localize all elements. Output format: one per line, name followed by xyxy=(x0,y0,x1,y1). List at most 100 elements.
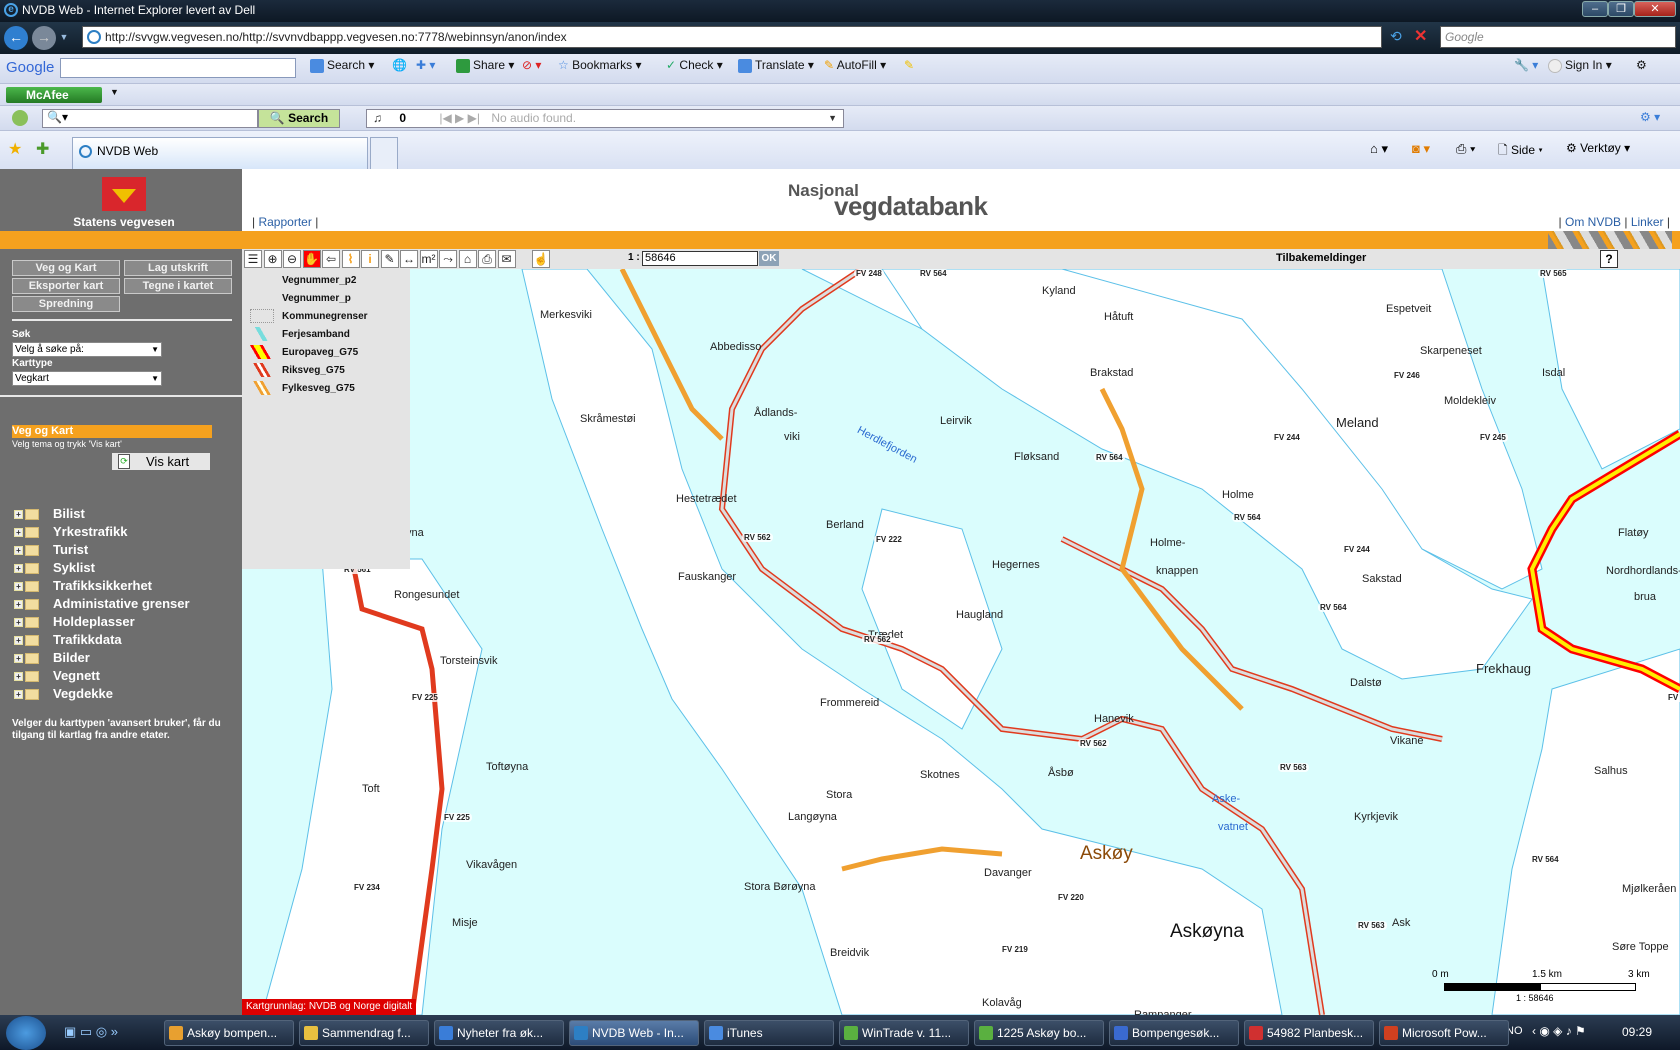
tree-item[interactable]: + Vegnett xyxy=(14,668,100,686)
browser-search-input[interactable]: Google xyxy=(1440,26,1676,48)
audio-player[interactable]: ♫ 0 |◀ ▶ ▶| No audio found. ▼ xyxy=(366,109,844,128)
tab-nvdb-web[interactable]: NVDB Web xyxy=(72,137,368,169)
playback-controls[interactable]: |◀ ▶ ▶| xyxy=(409,111,480,125)
page-menu[interactable]: 🗋 Side ▾ xyxy=(1498,141,1543,162)
veg-og-kart-button[interactable]: Veg og Kart xyxy=(12,260,120,276)
taskbar-item[interactable]: Askøy bompen... xyxy=(164,1020,294,1046)
add-favorite-icon[interactable]: ✚ xyxy=(36,139,49,159)
mcafee-button[interactable]: McAfee xyxy=(6,87,102,103)
history-dropdown[interactable]: ▼ xyxy=(58,26,70,50)
back-button[interactable]: ← xyxy=(4,26,28,50)
tree-item[interactable]: + Trafikkdata xyxy=(14,632,122,650)
translate-button[interactable]: Translate ▾ xyxy=(738,58,814,73)
expand-icon[interactable]: + xyxy=(14,672,23,682)
quick-launch-icons[interactable]: ▣ ▭ ◎ » xyxy=(64,1024,118,1040)
tree-item[interactable]: + Bilder xyxy=(14,650,90,668)
address-input[interactable]: http://svvgw.vegvesen.no/http://svvnvdba… xyxy=(82,26,1382,48)
rapporter-link[interactable]: Rapporter xyxy=(258,215,311,229)
taskbar-item[interactable]: Bompengesøk... xyxy=(1109,1020,1239,1046)
print-tool-icon[interactable]: ⎙ xyxy=(478,250,496,268)
google-search-input[interactable] xyxy=(60,58,296,78)
google-search-button[interactable]: Search ▾ xyxy=(310,58,374,73)
taskbar-item[interactable]: 1225 Askøy bo... xyxy=(974,1020,1104,1046)
norway-tool-icon[interactable]: ⌇ xyxy=(341,250,360,268)
zoom-out-tool-icon[interactable]: ⊖ xyxy=(283,250,301,268)
check-button[interactable]: ✓ Check ▾ xyxy=(666,58,723,72)
show-map-button[interactable]: ⟳ Vis kart xyxy=(112,453,210,470)
forward-button[interactable]: → xyxy=(32,26,56,50)
stop-icon[interactable]: ✕ xyxy=(1414,26,1427,46)
eksporter-kart-button[interactable]: Eksporter kart xyxy=(12,278,120,294)
tree-item[interactable]: + Turist xyxy=(14,542,88,560)
om-nvdb-link[interactable]: Om NVDB xyxy=(1565,215,1621,229)
taskbar-item[interactable]: Sammendrag f... xyxy=(299,1020,429,1046)
expand-icon[interactable]: + xyxy=(14,654,23,664)
audio-dropdown[interactable]: ▼ xyxy=(828,110,837,127)
autofill-button[interactable]: ✎ AutoFill ▾ xyxy=(824,58,886,72)
legend-tool-icon[interactable]: ☰ xyxy=(244,250,262,268)
measure-area-tool-icon[interactable]: m² xyxy=(419,250,438,268)
share-button[interactable]: Share ▾ xyxy=(456,58,514,73)
taskbar-item[interactable]: iTunes xyxy=(704,1020,834,1046)
scale-ok-button[interactable]: OK xyxy=(759,251,779,266)
zoom-in-tool-icon[interactable]: ⊕ xyxy=(263,250,282,268)
email-tool-icon[interactable]: ✉ xyxy=(497,250,516,268)
expand-icon[interactable]: + xyxy=(14,636,23,646)
maptype-select[interactable]: Vegkart xyxy=(12,371,162,386)
highlighter-icon[interactable]: ✎ xyxy=(904,58,914,72)
lag-utskrift-button[interactable]: Lag utskrift xyxy=(124,260,232,276)
measure-distance-tool-icon[interactable]: ↔ xyxy=(400,250,418,268)
scale-input[interactable]: 58646 xyxy=(642,251,758,266)
taskbar-item[interactable]: Microsoft Pow... xyxy=(1379,1020,1509,1046)
spredning-button[interactable]: Spredning xyxy=(12,296,120,312)
refresh-icon[interactable]: ⟲ xyxy=(1390,28,1402,45)
back-tool-icon[interactable]: ⇦ xyxy=(322,250,340,268)
expand-icon[interactable]: + xyxy=(14,618,23,628)
home-tool-icon[interactable]: ⌂ xyxy=(458,250,477,268)
tree-item[interactable]: + Syklist xyxy=(14,560,95,578)
taskbar-item[interactable]: WinTrade v. 11... xyxy=(839,1020,969,1046)
select-tool-icon[interactable]: ☝ xyxy=(532,250,550,268)
search-dropdown-icon[interactable]: 🔍▾ xyxy=(43,110,68,124)
restore-button[interactable]: ❐ xyxy=(1608,1,1634,17)
home-icon[interactable]: ⌂ ▾ xyxy=(1370,141,1388,157)
mcafee-dropdown[interactable]: ▼ xyxy=(110,87,119,97)
new-tab-button[interactable] xyxy=(370,137,398,169)
popup-blocker-icon[interactable]: ⊘ ▾ xyxy=(522,58,541,72)
globe-icon[interactable]: 🌐 xyxy=(392,58,407,72)
settings-gear-icon[interactable]: ⚙ ▾ xyxy=(1640,110,1660,124)
expand-icon[interactable]: + xyxy=(14,564,23,574)
minimize-button[interactable]: – xyxy=(1582,1,1608,17)
media-search-button[interactable]: 🔍 Search xyxy=(258,109,340,128)
expand-icon[interactable]: + xyxy=(14,510,23,520)
search-select[interactable]: Velg å søke på: xyxy=(12,342,162,357)
map-canvas[interactable]: Kartgrunnlag: NVDB og Norge digitalt 0 m… xyxy=(242,269,1680,1015)
tree-item[interactable]: + Trafikksikkerhet xyxy=(14,578,152,596)
toolbar-options-icon[interactable]: ⚙ xyxy=(1636,58,1647,72)
expand-icon[interactable]: + xyxy=(14,600,23,610)
tools-menu[interactable]: ⚙ Verktøy ▾ xyxy=(1566,141,1630,155)
media-search-input[interactable]: 🔍▾ xyxy=(42,109,258,128)
tree-item[interactable]: + Bilist xyxy=(14,506,85,524)
taskbar-item[interactable]: NVDB Web - In... xyxy=(569,1020,699,1046)
start-button[interactable] xyxy=(6,1016,46,1050)
tree-item[interactable]: + Holdeplasser xyxy=(14,614,135,632)
info-tool-icon[interactable]: i xyxy=(361,250,379,268)
wrench-icon[interactable]: 🔧 ▾ xyxy=(1514,58,1538,72)
sign-in-button[interactable]: Sign In ▾ xyxy=(1548,58,1612,73)
expand-icon[interactable]: + xyxy=(14,690,23,700)
feedback-link[interactable]: Tilbakemeldinger xyxy=(1276,252,1366,264)
close-window-button[interactable]: ✕ xyxy=(1634,1,1676,17)
taskbar-item[interactable]: 54982 Planbesk... xyxy=(1244,1020,1374,1046)
draw-tool-icon[interactable]: ✎ xyxy=(380,250,399,268)
tegne-i-kartet-button[interactable]: Tegne i kartet xyxy=(124,278,232,294)
tree-item[interactable]: + Vegdekke xyxy=(14,686,113,704)
linker-link[interactable]: Linker xyxy=(1631,215,1664,229)
system-tray-icons[interactable]: ‹ ◉ ◈ ♪ ⚑ xyxy=(1532,1024,1586,1038)
print-icon[interactable]: ⎙ ▾ xyxy=(1456,141,1475,157)
favorites-star-icon[interactable]: ★ xyxy=(8,139,22,159)
plus-icon[interactable]: ✚ ▾ xyxy=(416,58,435,72)
tree-item[interactable]: + Administative grenser xyxy=(14,596,190,614)
route-tool-icon[interactable]: ⤳ xyxy=(439,250,457,268)
tree-item[interactable]: + Yrkestrafikk xyxy=(14,524,127,542)
